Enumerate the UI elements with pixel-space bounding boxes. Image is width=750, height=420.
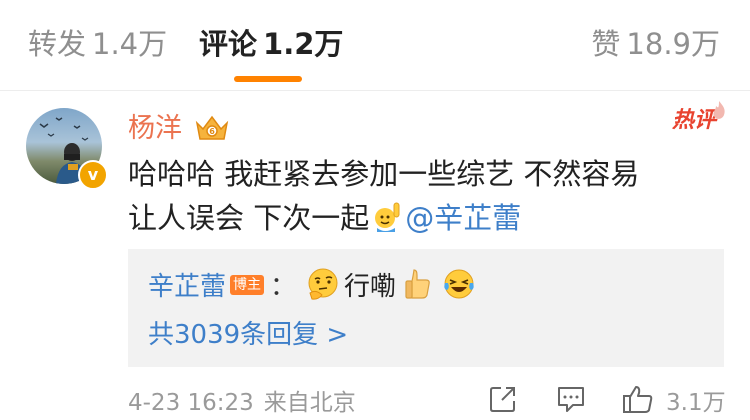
like-icon[interactable] — [622, 384, 654, 414]
like-count: 3.1万 — [666, 390, 726, 416]
active-tab-indicator — [234, 76, 302, 82]
comment-text-line1: 哈哈哈 我赶紧去参加一些综艺 不然容易 — [128, 157, 640, 191]
avatar[interactable]: v — [26, 108, 108, 190]
comment-meta: 4-23 16:23 来自北京 — [128, 388, 356, 418]
tab-repost[interactable]: 转发 1.4万 — [28, 26, 167, 62]
mention-link[interactable]: @辛芷蕾 — [405, 201, 521, 235]
tab-likes[interactable]: 赞 18.9万 — [591, 26, 720, 62]
comment-text-line2-wrap: 让人误会 下次一起 @辛芷蕾 — [128, 196, 718, 240]
share-icon[interactable] — [488, 384, 518, 414]
flame-icon — [713, 101, 725, 119]
tab-likes-count: 18.9万 — [626, 27, 720, 61]
reply-text: 行嘞 — [344, 272, 397, 302]
comment-username[interactable]: 杨洋 — [128, 112, 182, 146]
comment-source: 来自北京 — [263, 390, 356, 416]
raising-hand-emoji-icon — [375, 202, 400, 232]
comment-icon[interactable] — [556, 384, 586, 414]
replies-box[interactable]: 辛芷蕾 博主： 行嘞 共3039条回复 > — [128, 249, 724, 367]
comment-text: 哈哈哈 我赶紧去参加一些综艺 不然容易 让人误会 下次一起 @辛芷蕾 — [128, 152, 718, 240]
tab-comments-count: 1.2万 — [263, 27, 344, 61]
reply-author[interactable]: 辛芷蕾 — [148, 272, 226, 302]
tab-repost-label: 转发 — [28, 27, 87, 61]
comment-page: 转发 1.4万 评论 1.2万 赞 18.9万 v 杨洋 6 热评 哈哈哈 我赶… — [0, 0, 750, 420]
svg-text:6: 6 — [209, 127, 215, 136]
tab-bar: 转发 1.4万 评论 1.2万 赞 18.9万 — [0, 0, 750, 88]
thinking-emoji-icon — [308, 268, 338, 300]
tab-divider — [0, 90, 750, 91]
comment-text-line2: 让人误会 下次一起 — [128, 201, 370, 235]
author-badge: 博主 — [230, 275, 265, 295]
tab-comments[interactable]: 评论 1.2万 — [199, 26, 343, 62]
thumbs-up-emoji-icon — [405, 269, 430, 299]
reply-colon: ： — [270, 272, 297, 302]
laughing-tears-emoji-icon — [444, 269, 474, 299]
tab-comments-label: 评论 — [199, 27, 258, 61]
tab-repost-count: 1.4万 — [92, 27, 168, 61]
comment-time: 4-23 16:23 — [128, 390, 254, 416]
reply-item: 辛芷蕾 博主： 行嘞 — [148, 267, 480, 305]
hot-comment-badge: 热评 — [672, 101, 725, 136]
tab-likes-label: 赞 — [591, 27, 621, 61]
verified-badge-icon: v — [78, 160, 108, 190]
vip-crown-icon: 6 — [195, 115, 229, 140]
view-all-replies-link[interactable]: 共3039条回复 > — [148, 317, 348, 353]
